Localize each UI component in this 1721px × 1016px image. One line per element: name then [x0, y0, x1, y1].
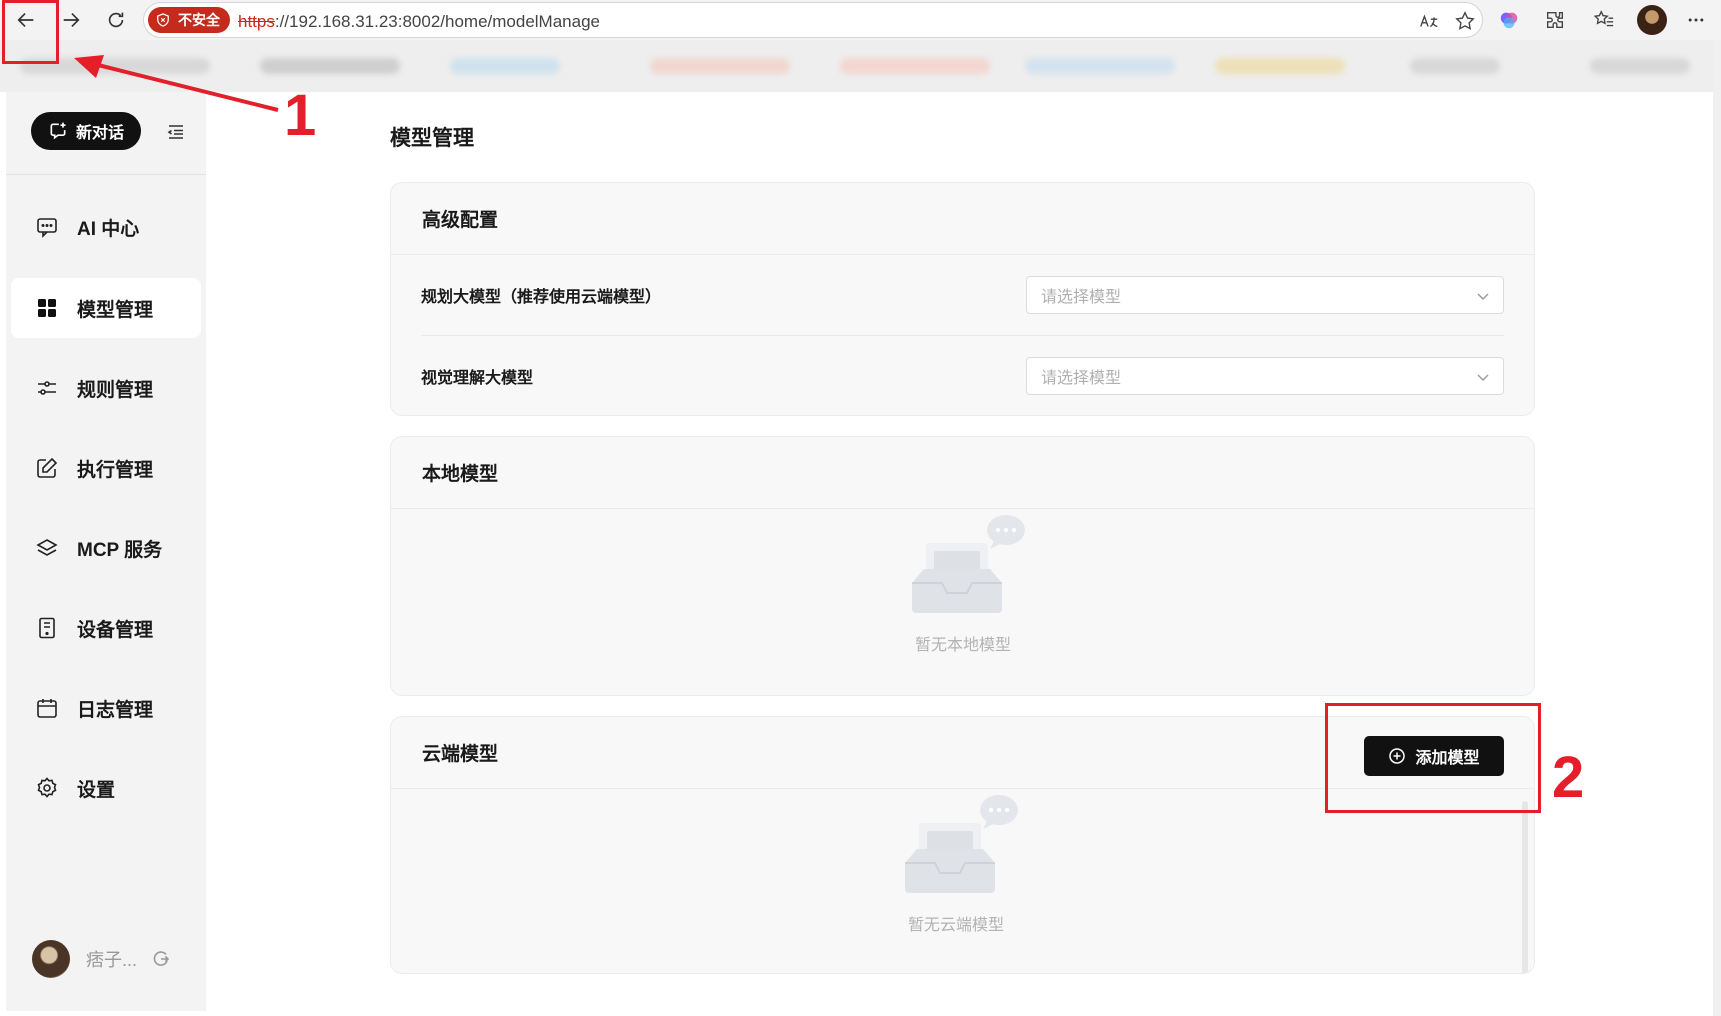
sidebar-divider [6, 174, 206, 175]
advanced-config-card: 高级配置 规划大模型（推荐使用云端模型） 请选择模型 视觉理解大模型 请选择模型 [390, 182, 1535, 416]
sidebar-item-log-manage[interactable]: 日志管理 [11, 678, 201, 738]
chevron-down-icon [1477, 293, 1489, 300]
bookmark-item[interactable] [1410, 58, 1500, 74]
insecure-label: 不安全 [178, 12, 220, 28]
cloud-empty-text: 暂无云端模型 [907, 917, 1004, 934]
local-model-title: 本地模型 [422, 464, 499, 485]
browser-toolbar: 不安全 https://192.168.31.23:8002/home/mode… [0, 0, 1721, 40]
card-title: 高级配置 [391, 183, 1534, 255]
vision-model-row: 视觉理解大模型 请选择模型 [421, 335, 1504, 415]
annotation-box-add-model [1325, 703, 1541, 813]
user-profile[interactable]: 痞子... [32, 940, 171, 978]
planning-model-row: 规划大模型（推荐使用云端模型） 请选择模型 [421, 255, 1504, 335]
page-scrollbar[interactable] [1713, 40, 1721, 1016]
local-empty-state: 暂无本地模型 [898, 513, 1028, 655]
planning-model-label: 规划大模型（推荐使用云端模型） [421, 289, 662, 306]
sidebar-item-label: 设备管理 [77, 619, 154, 641]
sidebar-item-label: MCP 服务 [77, 539, 163, 561]
annotation-box-back [2, 0, 59, 64]
chevron-down-icon [1477, 374, 1489, 381]
vision-model-select[interactable]: 请选择模型 [1026, 357, 1504, 395]
sidebar-item-mcp-service[interactable]: MCP 服务 [11, 518, 201, 578]
sliders-icon [38, 381, 56, 395]
url-text: https://192.168.31.23:8002/home/modelMan… [238, 12, 600, 32]
copilot-icon[interactable] [1495, 6, 1523, 34]
user-name: 痞子... [86, 950, 138, 970]
insecure-badge[interactable]: 不安全 [148, 7, 230, 33]
bookmark-item[interactable] [1215, 58, 1345, 74]
chat-icon [37, 218, 57, 238]
translate-icon[interactable] [1418, 10, 1440, 32]
sidebar-item-rule-manage[interactable]: 规则管理 [11, 358, 201, 418]
logout-icon[interactable] [151, 949, 171, 969]
bookmark-item[interactable] [650, 58, 790, 74]
vision-model-label: 视觉理解大模型 [421, 369, 534, 387]
edit-icon [37, 457, 58, 478]
favorite-star-icon[interactable] [1454, 10, 1476, 32]
cloud-model-title: 云端模型 [422, 744, 499, 765]
sidebar-item-label: 模型管理 [77, 299, 154, 321]
bookmark-item[interactable] [1590, 58, 1690, 74]
sidebar-item-device-manage[interactable]: 设备管理 [11, 598, 201, 658]
new-chat-icon [50, 122, 66, 140]
bookmarks-bar [0, 40, 1721, 92]
shield-warning-icon [157, 13, 169, 27]
sidebar-item-label: 执行管理 [77, 459, 154, 481]
sidebar-item-label: AI 中心 [77, 218, 140, 240]
advanced-config-title: 高级配置 [422, 210, 499, 231]
empty-inbox-icon [912, 515, 1025, 613]
annotation-number-2: 2 [1552, 745, 1585, 810]
cloud-list-scrollbar[interactable] [1522, 801, 1528, 973]
reload-icon [108, 12, 124, 28]
url-path: ://192.168.31.23:8002/home/modelManage [274, 12, 600, 31]
sidebar-item-label: 日志管理 [77, 699, 154, 721]
sidebar: 新对话 AI 中心 模型管理 规则管理 执行管理 MCP 服务 设备管理 日志管… [6, 92, 206, 1011]
local-empty-text: 暂无本地模型 [914, 637, 1011, 654]
sidebar-item-ai-center[interactable]: AI 中心 [11, 197, 201, 257]
card-title: 本地模型 [391, 437, 1534, 509]
bookmark-item[interactable] [260, 58, 400, 74]
empty-inbox-icon [905, 795, 1018, 893]
annotation-number-1: 1 [284, 83, 317, 148]
layers-icon [36, 539, 58, 556]
sidebar-item-label: 设置 [77, 779, 116, 801]
bookmark-item[interactable] [840, 58, 990, 74]
bookmark-item[interactable] [1025, 58, 1175, 74]
sidebar-item-label: 规则管理 [77, 379, 154, 401]
page-title: 模型管理 [390, 127, 474, 150]
url-scheme: https [238, 12, 275, 31]
sidebar-item-model-manage[interactable]: 模型管理 [11, 278, 201, 338]
forward-arrow-icon [63, 12, 80, 28]
calendar-icon [37, 699, 57, 718]
collapse-sidebar-icon[interactable] [166, 122, 186, 142]
select-placeholder: 请选择模型 [1041, 289, 1122, 306]
new-chat-label: 新对话 [75, 125, 124, 142]
forward-button[interactable] [55, 4, 87, 36]
avatar[interactable] [32, 940, 70, 978]
gear-icon [37, 777, 57, 798]
planning-model-select[interactable]: 请选择模型 [1026, 276, 1504, 314]
bookmark-item[interactable] [450, 58, 560, 74]
select-placeholder: 请选择模型 [1041, 370, 1122, 387]
new-chat-button[interactable]: 新对话 [31, 112, 141, 150]
cloud-empty-state: 暂无云端模型 [891, 793, 1021, 935]
favorites-list-icon[interactable] [1590, 6, 1618, 34]
profile-avatar[interactable] [1637, 5, 1667, 35]
sidebar-item-exec-manage[interactable]: 执行管理 [11, 438, 201, 498]
device-icon [39, 617, 55, 639]
extensions-icon[interactable] [1541, 6, 1569, 34]
sidebar-item-settings[interactable]: 设置 [11, 758, 201, 818]
more-menu-icon[interactable] [1682, 6, 1710, 34]
grid-icon [38, 299, 56, 317]
address-bar[interactable]: 不安全 https://192.168.31.23:8002/home/mode… [143, 2, 1483, 38]
reload-button[interactable] [100, 4, 132, 36]
local-model-card: 本地模型 暂无本地模型 [390, 436, 1535, 696]
